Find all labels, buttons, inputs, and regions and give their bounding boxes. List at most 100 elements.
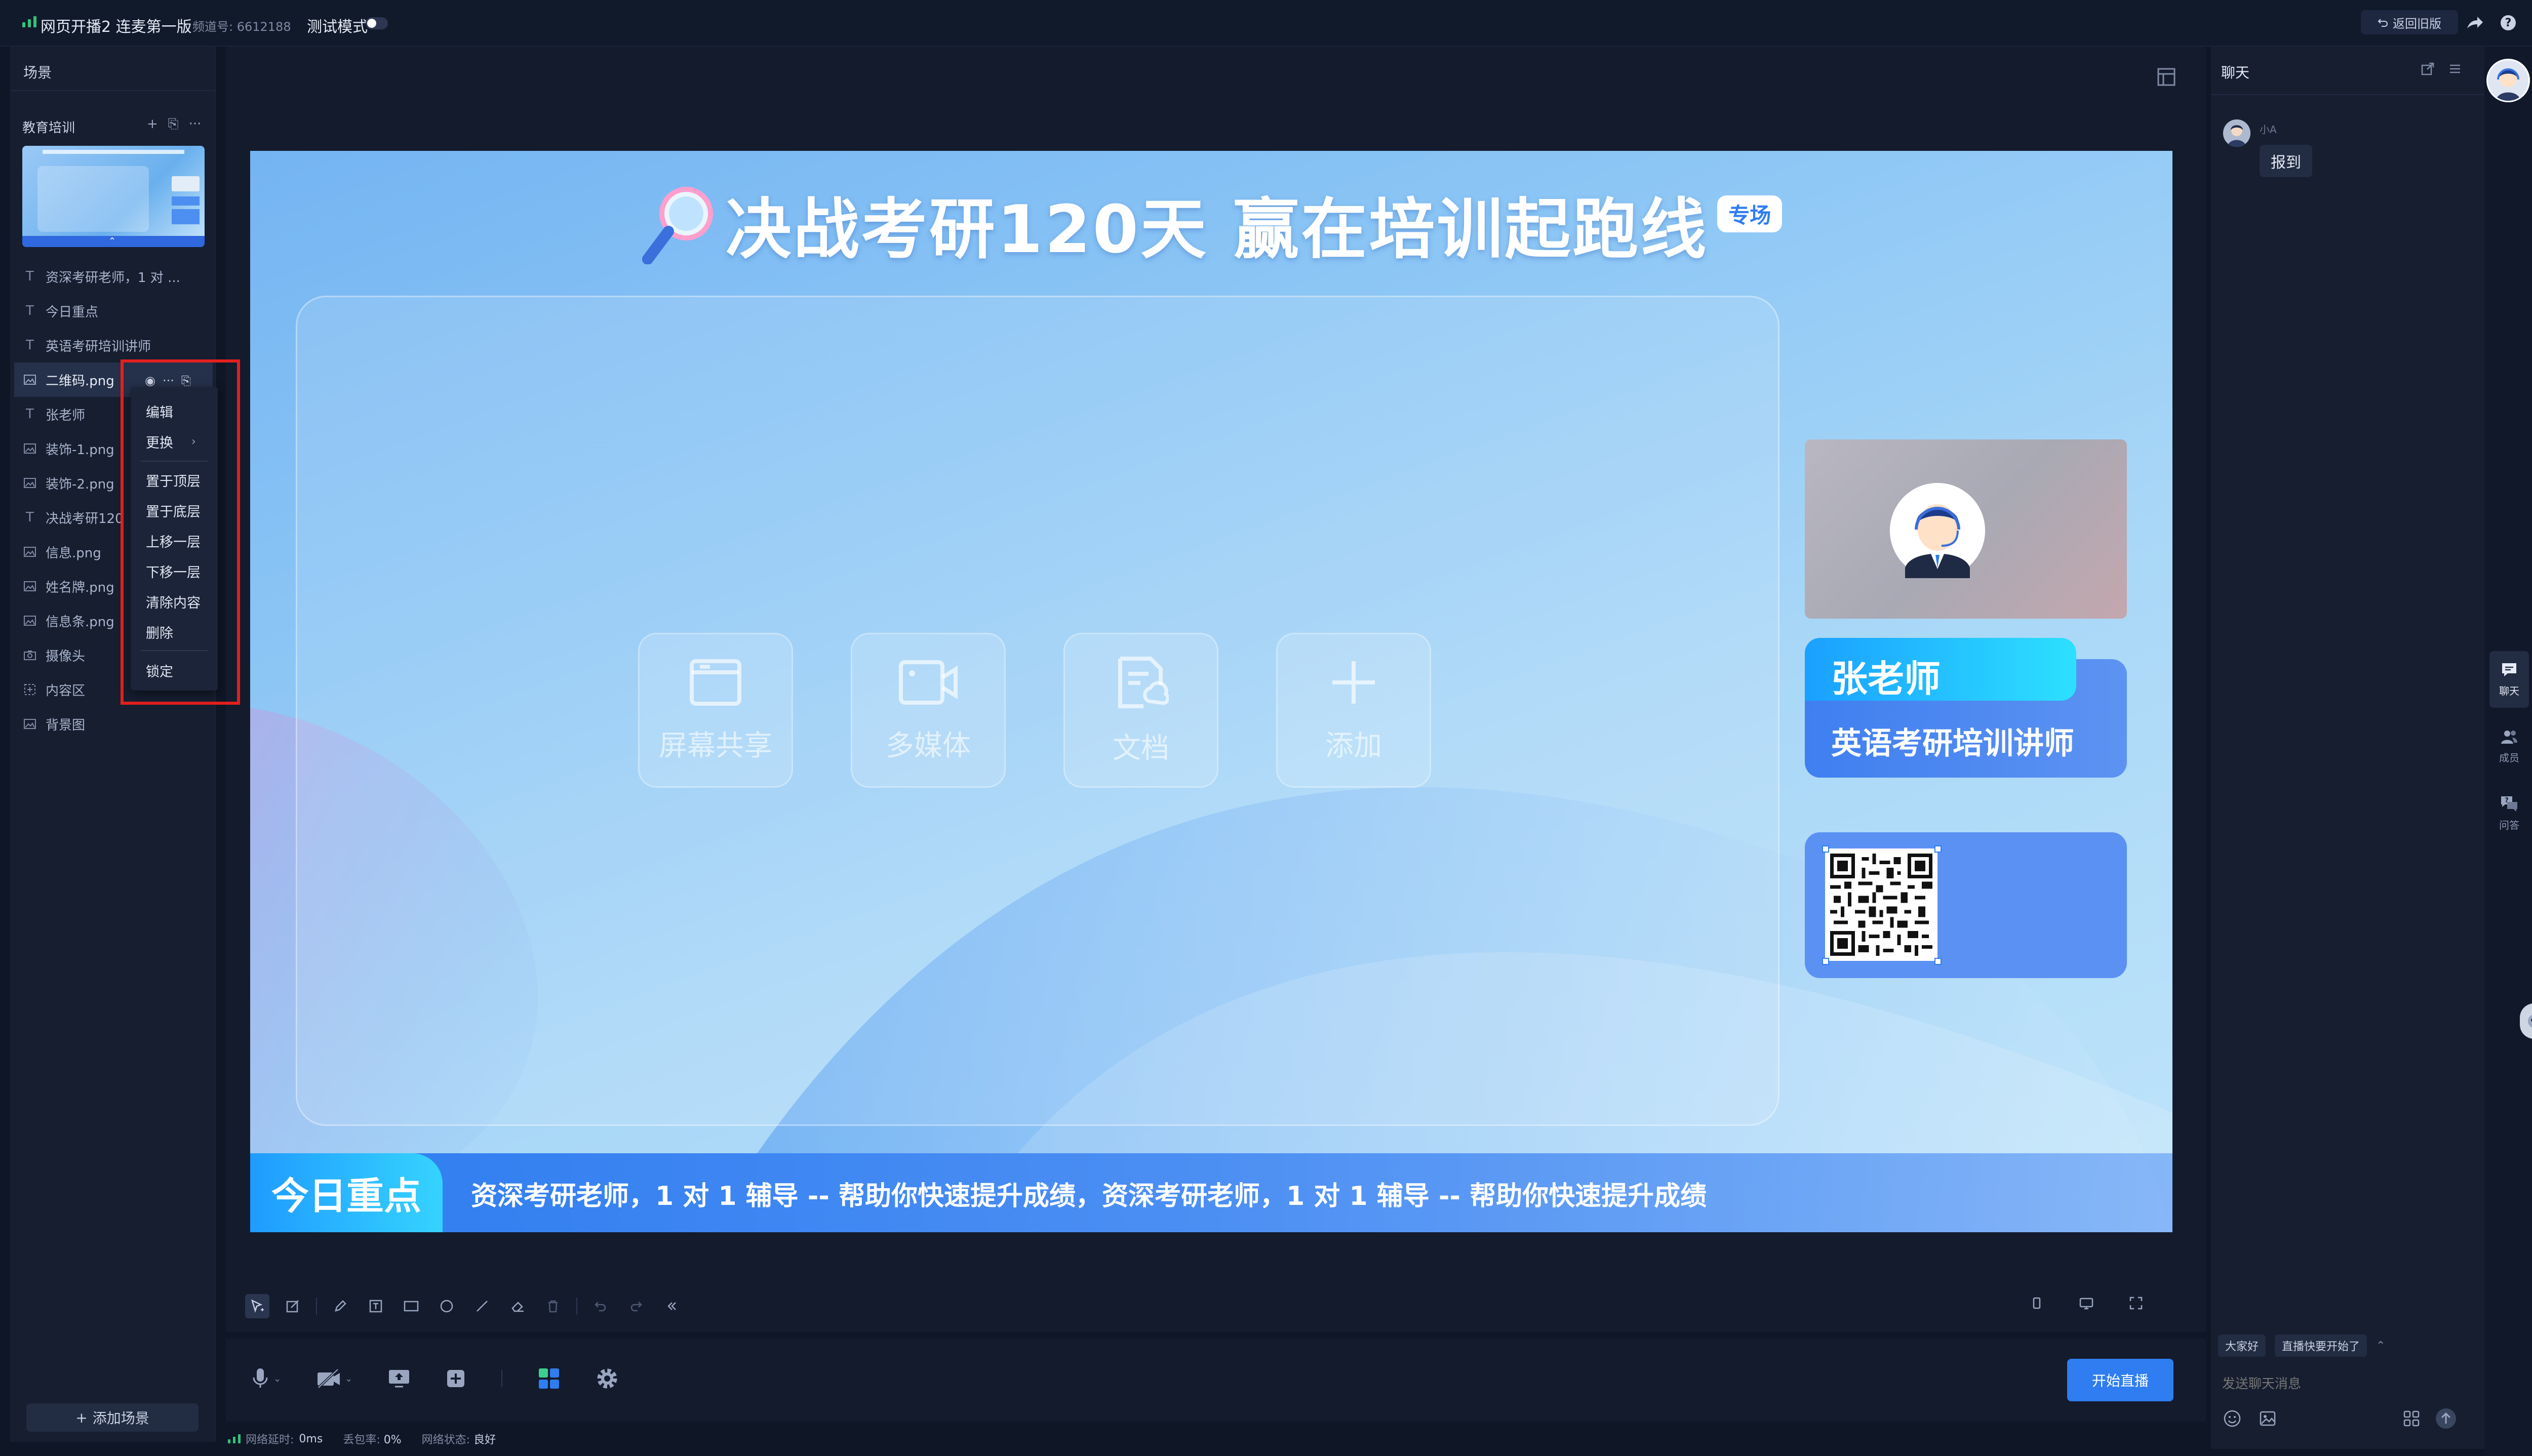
resize-handle[interactable] [1934,845,1942,853]
chat-input[interactable] [2221,1376,2449,1392]
pen-tool-icon[interactable] [328,1294,352,1318]
multimedia-tile[interactable]: 多媒体 [851,633,1006,788]
image-icon [23,580,36,593]
magnifier-icon [641,183,717,264]
content-icon [23,683,36,696]
select-tool-icon[interactable] [245,1294,269,1318]
screen-share-tile[interactable]: 屏幕共享 [638,633,793,788]
rail-qa-button[interactable]: ? 问答 [2489,785,2529,841]
menu-item-move-down[interactable]: 下移一层 [131,558,218,584]
send-icon[interactable] [2435,1407,2457,1430]
layer-item[interactable]: T 今日重点 [14,294,213,328]
latency-value: 0ms [299,1432,323,1445]
chevron-up-icon[interactable]: ⌃ [108,236,116,247]
layout-icon[interactable] [2155,66,2178,88]
add-icon[interactable]: + [147,116,158,132]
special-badge: 专场 [1717,195,1783,232]
toolbar-divider [576,1298,577,1315]
more-icon[interactable]: ··· [189,116,202,132]
video-icon [898,657,959,708]
menu-item-lock[interactable]: 锁定 [131,657,218,683]
landscape-view-icon[interactable] [2074,1291,2099,1315]
popout-icon[interactable] [2421,62,2435,76]
channel-number: 频道号: 6612188 [192,20,291,34]
scene-thumbnail[interactable]: ⌃ [22,146,205,247]
menu-item-bring-to-front[interactable]: 置于顶层 [131,467,218,493]
circle-tool-icon[interactable] [434,1294,459,1318]
test-mode-label: 测试模式 [307,18,368,36]
toggle-knob [367,19,376,28]
scene-group-tools: + ⎘ ··· [147,116,201,132]
resize-handle[interactable] [1934,958,1942,965]
chevron-down-icon: ⌄ [345,1373,353,1384]
menu-item-move-up[interactable]: 上移一层 [131,528,218,554]
help-icon[interactable]: ? [2500,14,2517,31]
rail-chat-label: 聊天 [2499,684,2519,697]
microphone-button[interactable]: ⌄ [251,1367,281,1390]
line-tool-icon[interactable] [470,1294,494,1318]
add-tile[interactable]: 添加 [1276,633,1431,788]
eraser-tool-icon[interactable] [505,1294,530,1318]
settings-button[interactable] [596,1367,619,1390]
annotate-tool-icon[interactable] [281,1294,305,1318]
resize-handle[interactable] [1822,958,1829,965]
portrait-view-icon[interactable] [2025,1291,2049,1315]
app-title: 网页开播2 连麦第一版 [41,18,192,36]
text-icon: T [26,407,34,422]
emoji-icon[interactable] [2223,1409,2241,1428]
menu-item-edit[interactable]: 编辑 [131,398,218,424]
apps-button[interactable] [538,1367,560,1390]
layer-item[interactable]: T 资深考研老师，1 对 ... [14,259,213,294]
camera-off-icon [316,1368,341,1389]
collapse-icon[interactable] [659,1294,684,1318]
add-scene-label: 添加场景 [92,1410,149,1427]
menu-item-clear-content[interactable]: 清除内容 [131,588,218,615]
quick-reply-chip[interactable]: 直播快要开始了 [2275,1334,2367,1357]
chevron-up-icon[interactable]: ⌃ [2376,1340,2385,1352]
floating-assistant-button[interactable] [2520,1003,2532,1039]
layer-item[interactable]: T 英语考研培训讲师 [14,328,213,362]
preview-canvas[interactable]: 决战考研120天 赢在培训起跑线 专场 屏幕共享 多媒体 文档 添加 张老师 英… [250,151,2172,1232]
copy-icon[interactable]: ⎘ [168,116,179,132]
rail-chat-button[interactable]: 聊天 [2489,651,2529,708]
rail-members-button[interactable]: 成员 [2489,718,2529,775]
slide-title[interactable]: 决战考研120天 赢在培训起跑线 专场 [250,173,2172,274]
chat-title: 聊天 [2221,64,2250,81]
text-tool-icon[interactable] [364,1294,388,1318]
view-buttons [2025,1291,2148,1315]
screen-share-button[interactable] [388,1368,410,1389]
camera-button[interactable]: ⌄ [316,1368,352,1389]
rectangle-tool-icon[interactable] [399,1294,423,1318]
menu-icon[interactable] [2448,62,2462,76]
fullscreen-icon[interactable] [2124,1291,2148,1315]
image-icon[interactable] [2259,1409,2277,1428]
message-bubble: 报到 [2260,145,2312,177]
document-tile[interactable]: 文档 [1063,633,1218,788]
chat-header-tools [2421,62,2462,76]
menu-item-send-to-back[interactable]: 置于底层 [131,497,218,523]
add-media-button[interactable] [446,1368,466,1389]
menu-item-delete[interactable]: 删除 [131,619,218,645]
undo-icon[interactable] [588,1294,613,1318]
avatar [2223,119,2250,147]
layer-item[interactable]: 背景图 [14,707,213,741]
resize-handle[interactable] [1822,845,1829,853]
redo-icon[interactable] [624,1294,648,1318]
name-card[interactable]: 张老师 英语考研培训讲师 [1805,638,2127,778]
content-area[interactable] [296,296,1779,1126]
add-scene-button[interactable]: + 添加场景 [26,1403,199,1432]
apps-icon[interactable] [2402,1409,2421,1428]
qr-code-image[interactable] [1825,848,1937,961]
share-icon[interactable] [2465,13,2484,32]
rail-members-label: 成员 [2499,751,2519,764]
menu-item-replace[interactable]: 更换 › [131,428,218,455]
menu-divider [141,461,208,462]
back-old-version-button[interactable]: 返回旧版 [2361,10,2458,34]
start-live-button[interactable]: 开始直播 [2067,1359,2173,1401]
scene-panel-title: 场景 [23,64,52,81]
trash-icon[interactable] [541,1294,565,1318]
svg-text:?: ? [2505,797,2509,804]
quick-reply-chip[interactable]: 大家好 [2218,1334,2266,1357]
user-avatar[interactable] [2486,59,2530,102]
test-mode-toggle[interactable] [366,17,388,29]
